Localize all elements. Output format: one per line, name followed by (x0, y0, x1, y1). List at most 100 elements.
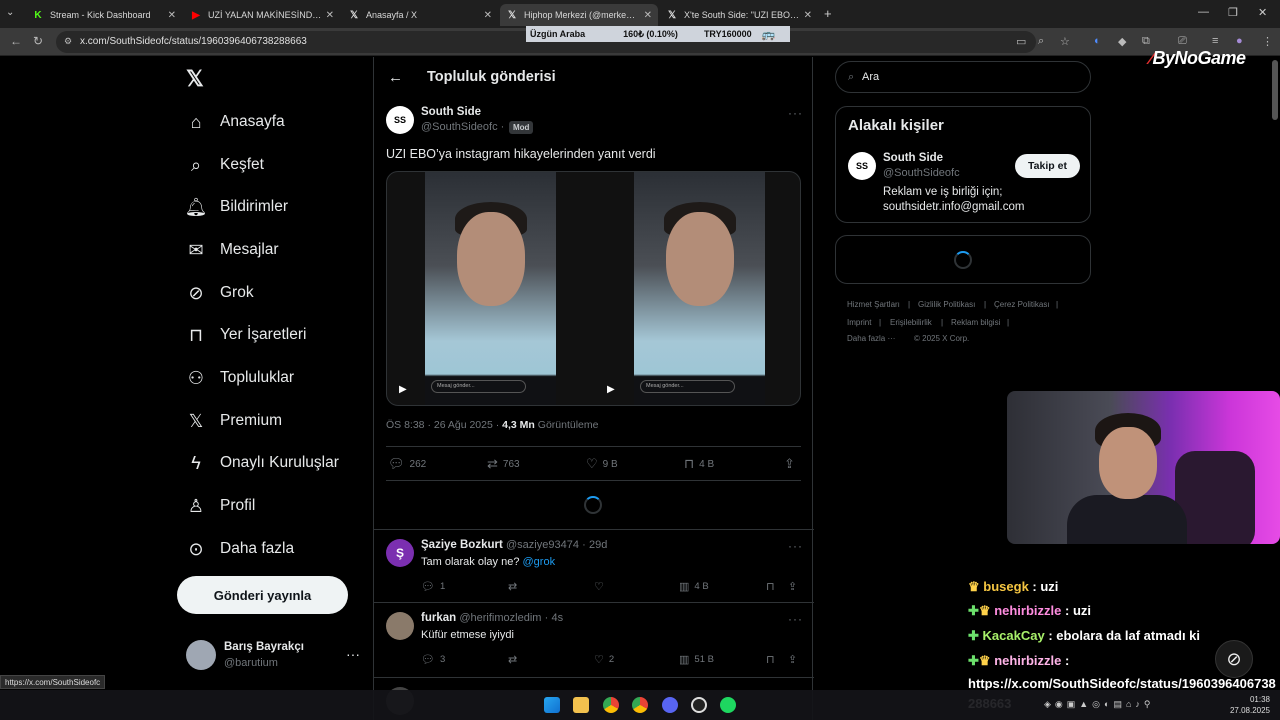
close-tab-icon[interactable]: ✕ (484, 10, 492, 21)
like-button[interactable]: ♡ (594, 580, 609, 593)
new-tab-icon[interactable]: + (824, 6, 832, 21)
like-button[interactable]: ♡ 9 B (586, 456, 618, 472)
play-icon[interactable]: ▶ (607, 384, 615, 395)
author-name[interactable]: South Side (421, 106, 481, 118)
site-info-icon[interactable]: ⚙ (64, 36, 72, 47)
nav-item-profile[interactable]: ♙ Profil (186, 492, 255, 520)
reply-avatar[interactable]: Ş (386, 539, 414, 567)
play-icon[interactable]: ▶ (399, 384, 407, 395)
browser-tab-x-home[interactable]: 𝕏 Anasayfa / X ✕ (342, 4, 498, 26)
profile-avatar-icon[interactable]: ● (1236, 35, 1243, 47)
nav-item-notifications[interactable]: 🔔︎ Bildirimler (185, 193, 288, 221)
nav-item-communities[interactable]: ⚇ Topluluklar (186, 364, 294, 392)
extension-icon[interactable]: ◐ (1094, 35, 1101, 47)
back-arrow-icon[interactable]: ← (388, 69, 403, 86)
nav-item-messages[interactable]: ✉ Mesajlar (186, 236, 278, 264)
reply-author[interactable]: Şaziye Bozkurt @saziye93474 · 29d (421, 539, 607, 551)
tray-icons[interactable]: ◈◉▣▲◎◐▤⌂♪⚲ (1044, 699, 1155, 710)
nav-item-bookmarks[interactable]: ⊓ Yer İşaretleri (186, 321, 306, 349)
reply-button[interactable]: 💬︎ 262 (388, 456, 426, 472)
spotify-icon[interactable] (720, 697, 736, 713)
browser-tab-youtube[interactable]: ▶ UZİ YALAN MAKİNESİNDE! | #P ✕ (184, 4, 340, 26)
repost-button[interactable]: ⇄ 763 (487, 456, 520, 472)
footer-link[interactable]: Reklam bilgisi (951, 318, 1000, 327)
search-box[interactable]: ⌕ Ara (835, 61, 1091, 93)
close-tab-icon[interactable]: ✕ (168, 10, 176, 21)
video-thumbnail[interactable]: Mesaj gönder... (425, 172, 556, 405)
browser-tab-south-side[interactable]: 𝕏 X'te South Side: "UZI EBO'ya in ✕ (660, 4, 818, 26)
author-avatar[interactable]: SS (386, 106, 414, 134)
footer-link[interactable]: Erişilebilirlik (890, 318, 932, 327)
mention-link[interactable]: @grok (523, 556, 556, 568)
close-tab-icon[interactable]: ✕ (644, 10, 652, 21)
related-handle[interactable]: @SouthSideofc (883, 167, 960, 179)
post-button[interactable]: Gönderi yayınla (177, 576, 348, 614)
bookmark-button[interactable]: ⊓ (766, 580, 780, 593)
repost-button[interactable]: ⇄ (508, 653, 522, 666)
nav-item-premium[interactable]: 𝕏 Premium (186, 407, 282, 435)
reading-list-icon[interactable]: ≡ (1212, 35, 1218, 47)
footer-link[interactable]: Hizmet Şartları (847, 300, 900, 309)
more-dots-icon[interactable]: ··· (346, 646, 360, 662)
reply-avatar[interactable] (386, 612, 414, 640)
grok-icon[interactable]: ⊘ (1215, 640, 1253, 678)
browser-tab-kick[interactable]: K Stream - Kick Dashboard ✕ (26, 4, 182, 26)
chrome-icon[interactable] (632, 697, 648, 713)
reply-button[interactable]: 💬︎ 3 (421, 653, 445, 666)
views-button[interactable]: ▥ 4 B (679, 580, 709, 593)
reply-button[interactable]: 💬︎ 1 (421, 580, 445, 593)
more-dots-icon[interactable]: ··· (788, 539, 803, 553)
share-button[interactable]: ⇪ (788, 653, 802, 666)
maximize-icon[interactable]: ❐ (1228, 6, 1238, 19)
extension-icon[interactable]: ◆ (1118, 35, 1126, 48)
reload-icon[interactable]: ↻ (33, 34, 43, 48)
nav-item-more[interactable]: ⊙ Daha fazla (186, 535, 294, 563)
post-media[interactable]: Mesaj gönder... Mesaj gönder... ▶ ▶ (386, 171, 801, 406)
file-explorer-icon[interactable] (573, 697, 589, 713)
nav-item-grok[interactable]: ⊘ Grok (186, 279, 253, 307)
zoom-icon[interactable]: ⌕ (1038, 35, 1044, 48)
browser-menu-icon[interactable]: ⋮ (1262, 35, 1273, 48)
browser-tab-hiphop[interactable]: 𝕏 Hiphop Merkezi (@merkezhip ✕ (500, 4, 658, 26)
cast-icon[interactable]: ⎚ (1178, 35, 1187, 48)
bookmark-star-icon[interactable]: ☆ (1060, 35, 1070, 48)
tab-list-button[interactable]: ⌄ (6, 7, 14, 18)
extensions-puzzle-icon[interactable]: ⧉ (1142, 35, 1150, 48)
close-window-icon[interactable]: ✕ (1258, 6, 1267, 19)
close-tab-icon[interactable]: ✕ (804, 10, 812, 21)
obs-icon[interactable] (691, 697, 707, 713)
search-input[interactable]: Ara (862, 71, 879, 83)
footer-link[interactable]: Çerez Politikası (994, 300, 1050, 309)
back-icon[interactable]: ← (10, 34, 22, 48)
minimize-icon[interactable]: — (1198, 6, 1209, 18)
share-button[interactable]: ⇪ (788, 580, 802, 593)
close-tab-icon[interactable]: ✕ (326, 10, 334, 21)
follow-button[interactable]: Takip et (1015, 154, 1080, 178)
account-switcher[interactable]: Barış Bayrakçı @barutium ··· (186, 640, 360, 672)
bookmark-button[interactable]: ⊓ 4 B (684, 456, 714, 472)
author-handle[interactable]: @SouthSideofc · (421, 121, 504, 133)
more-dots-icon[interactable]: ··· (788, 612, 803, 626)
like-button[interactable]: ♡ 2 (594, 653, 614, 666)
nav-item-home[interactable]: ⌂ Anasayfa (186, 108, 285, 136)
video-thumbnail[interactable]: Mesaj gönder... (634, 172, 765, 405)
chrome-icon[interactable] (603, 697, 619, 713)
footer-link[interactable]: Daha fazla ··· (847, 334, 895, 343)
system-clock[interactable]: 01:38 27.08.2025 (1230, 694, 1270, 716)
windows-start-icon[interactable] (544, 697, 560, 713)
more-dots-icon[interactable]: ··· (788, 106, 803, 120)
bookmark-button[interactable]: ⊓ (766, 653, 780, 666)
nav-item-verified-orgs[interactable]: ϟ Onaylı Kuruluşlar (186, 449, 339, 477)
discord-icon[interactable] (662, 697, 678, 713)
related-avatar[interactable]: SS (848, 152, 876, 180)
scrollbar[interactable] (1272, 60, 1278, 120)
related-name[interactable]: South Side (883, 152, 943, 164)
share-button[interactable]: ⇪ (784, 456, 800, 472)
views-button[interactable]: ▥ 51 B (679, 653, 714, 666)
footer-link[interactable]: Imprint (847, 318, 871, 327)
reply-author[interactable]: furkan @herifimozledim · 4s (421, 612, 563, 624)
repost-button[interactable]: ⇄ (508, 580, 522, 593)
footer-link[interactable]: Gizlilik Politikası (918, 300, 975, 309)
nav-item-explore[interactable]: ⌕ Keşfet (186, 151, 264, 179)
x-logo-icon[interactable]: 𝕏 (186, 66, 204, 92)
